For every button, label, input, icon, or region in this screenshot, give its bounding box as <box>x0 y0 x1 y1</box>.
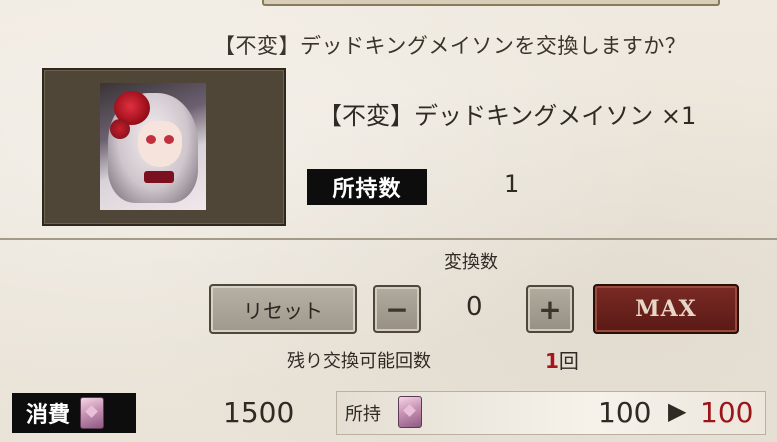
increment-button[interactable]: + <box>526 285 574 333</box>
exchange-question: 【不変】デッドキングメイソンを交換しますか？ <box>214 34 687 58</box>
cost-value: 1500 <box>223 396 295 429</box>
cost-label: 消費 <box>12 393 136 433</box>
top-frame-edge <box>262 0 720 6</box>
cost-label-text: 消費 <box>26 403 71 428</box>
owned-count-value: 1 <box>504 170 520 198</box>
currency-after-value: 100 <box>700 396 754 429</box>
exchange-count-label: 変換数 <box>444 252 498 273</box>
reset-button[interactable]: リセット <box>209 284 357 334</box>
section-divider <box>0 238 777 240</box>
currency-before-value: 100 <box>598 396 652 429</box>
owned-count-label: 所持数 <box>307 169 427 205</box>
character-portrait <box>100 83 206 210</box>
remaining-exchanges-value: 1回 <box>545 345 579 374</box>
remaining-exchanges-label: 残り交換可能回数 <box>287 351 431 372</box>
max-button[interactable]: MAX <box>593 284 739 334</box>
arrow-right-icon: ▶ <box>668 397 687 425</box>
currency-owned-label: 所持 <box>345 404 381 425</box>
card-icon <box>398 396 422 428</box>
remaining-count: 1 <box>545 349 559 373</box>
decrement-button[interactable]: − <box>373 285 421 333</box>
item-name: 【不変】デッドキングメイソン ×1 <box>318 102 697 130</box>
exchange-count-value: 0 <box>466 292 483 322</box>
card-icon <box>80 397 105 429</box>
remaining-unit: 回 <box>558 349 579 373</box>
